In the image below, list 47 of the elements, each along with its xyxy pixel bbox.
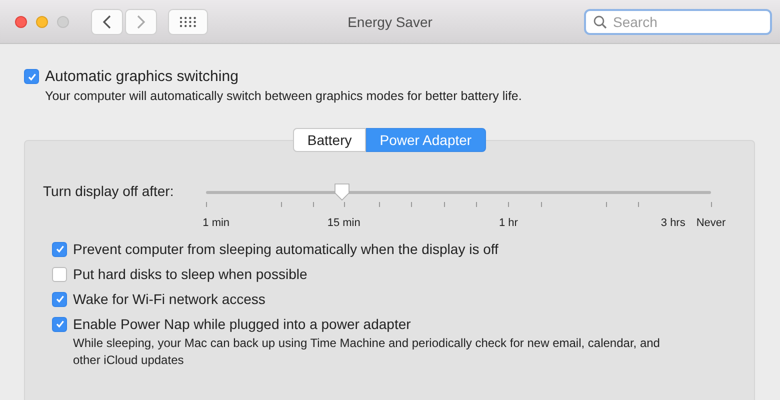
tick-mark <box>344 202 345 207</box>
tick-mark <box>281 202 282 207</box>
show-all-button[interactable] <box>168 8 208 34</box>
chevron-right-icon <box>136 14 146 30</box>
checkbox-label: Automatic graphics switching <box>45 68 238 85</box>
tick-label: 15 min <box>327 217 360 229</box>
slider-thumb[interactable] <box>333 182 352 202</box>
tick-mark <box>411 202 412 207</box>
description-text: While sleeping, your Mac can back up using Time Machine and periodically check for new email, calendar, and other iCloud updates <box>73 335 661 369</box>
checkmark-icon <box>26 72 36 82</box>
tick-mark <box>540 202 542 207</box>
zoom-icon <box>57 16 69 28</box>
tick-mark <box>711 202 712 207</box>
checkbox-label: Prevent computer from sleeping automatically when the display is off <box>73 241 498 257</box>
tab[interactable]: Battery <box>293 128 366 152</box>
back-button[interactable] <box>91 8 123 34</box>
tick-label: 3 hrs <box>660 217 686 229</box>
checkmark-icon <box>54 294 64 304</box>
search-field[interactable]: Search <box>584 8 772 34</box>
chevron-left-icon <box>102 14 112 30</box>
tick-label: Never <box>696 217 726 229</box>
checkmark-icon <box>54 244 64 254</box>
checkbox[interactable] <box>52 242 67 256</box>
tick-mark <box>476 202 478 207</box>
tick-mark <box>444 202 445 207</box>
tick-mark <box>379 202 380 207</box>
tick-label: 1 hr <box>499 217 518 229</box>
tick-label: 1 min <box>202 217 230 229</box>
tick-mark <box>206 202 207 207</box>
checkbox-label: Enable Power Nap while plugged into a power adapter <box>73 316 411 332</box>
tick-mark <box>508 202 510 207</box>
checkbox-label: Wake for Wi-Fi network access <box>73 291 266 307</box>
search-icon <box>593 14 607 28</box>
checkbox-label: Put hard disks to sleep when possible <box>73 266 308 282</box>
tick-mark <box>313 202 314 207</box>
checkbox[interactable] <box>52 316 67 332</box>
description-text: Your computer will automatically switch between graphics modes for better battery life. <box>45 89 523 103</box>
close-icon[interactable] <box>15 16 27 28</box>
tick-mark <box>606 202 607 207</box>
checkbox[interactable] <box>52 266 67 282</box>
checkmark-icon <box>54 319 64 329</box>
checkbox[interactable] <box>52 292 67 306</box>
checkbox[interactable] <box>24 69 39 84</box>
window-title: Energy Saver <box>348 14 432 30</box>
tick-mark <box>638 202 639 207</box>
grid-icon <box>179 16 197 28</box>
slider-label: Turn display off after: <box>43 183 175 199</box>
